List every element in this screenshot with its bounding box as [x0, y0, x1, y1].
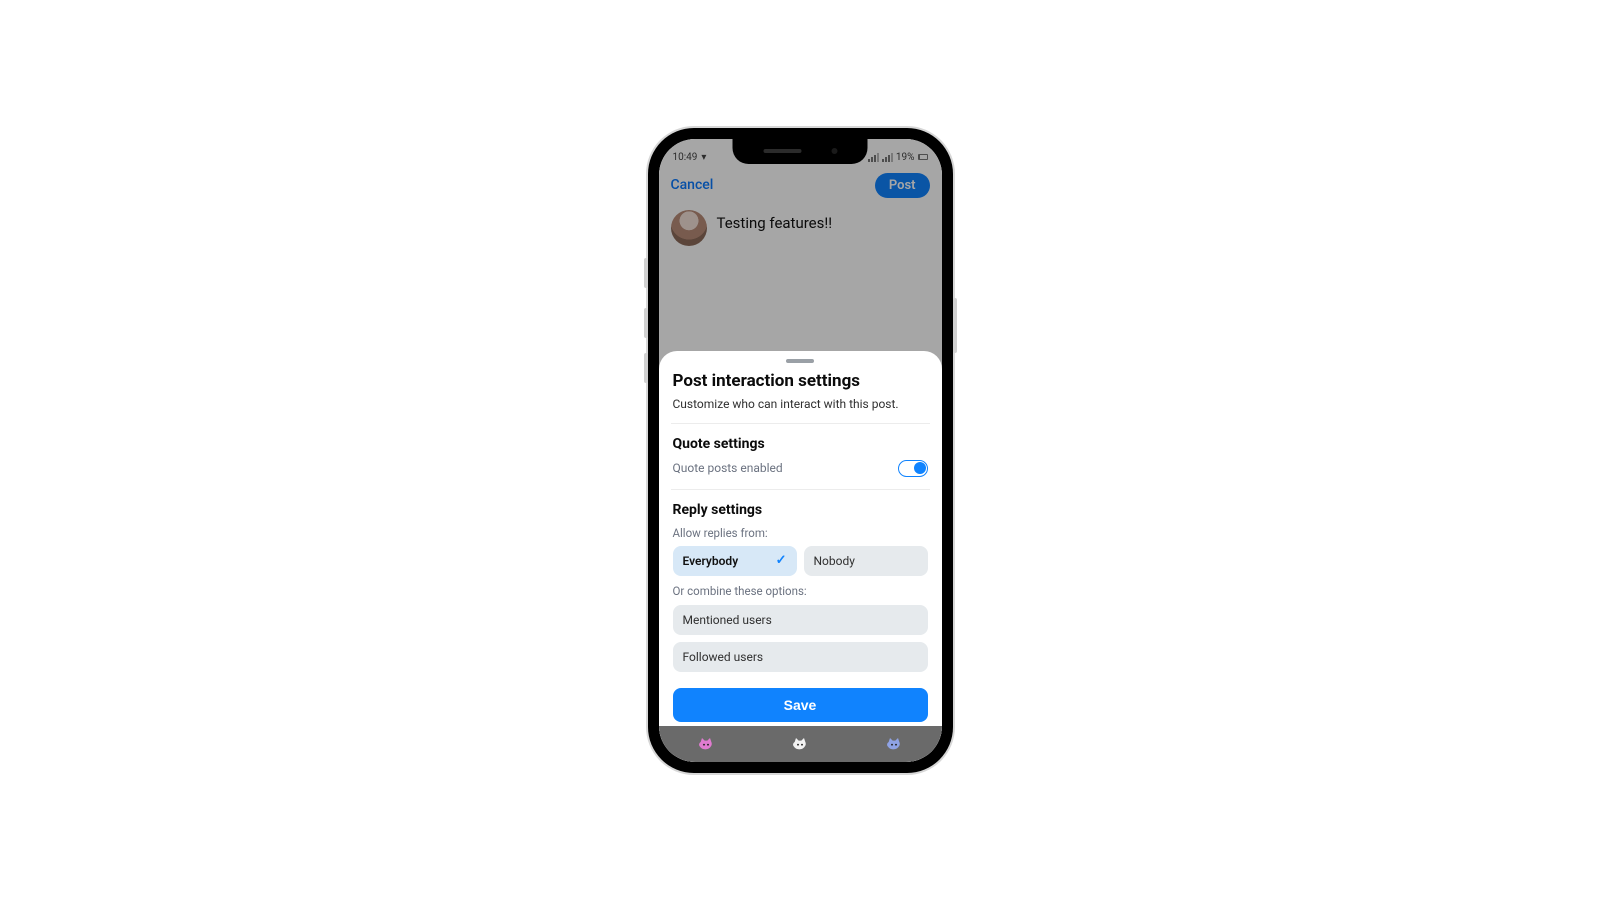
screen: 10:49 ▾ 19% Cancel Post Testing f — [659, 139, 942, 762]
reply-option-everybody[interactable]: Everybody ✓ — [673, 546, 797, 576]
reply-option-mentioned-users[interactable]: Mentioned users — [673, 605, 928, 635]
reply-section-title: Reply settings — [673, 502, 928, 518]
divider — [671, 489, 930, 490]
reply-option-label: Everybody — [683, 554, 739, 568]
nav-cat-blue-icon[interactable] — [886, 736, 902, 752]
reply-option-label: Followed users — [683, 650, 764, 664]
quote-toggle-label: Quote posts enabled — [673, 461, 783, 475]
reply-option-label: Mentioned users — [683, 613, 772, 627]
sheet-grabber[interactable] — [786, 359, 814, 363]
sheet-subtitle: Customize who can interact with this pos… — [673, 397, 928, 411]
nav-cat-white-icon[interactable] — [792, 736, 808, 752]
device-notch — [733, 139, 868, 164]
nav-cat-pink-icon[interactable] — [698, 736, 714, 752]
sheet-title: Post interaction settings — [673, 371, 928, 391]
allow-replies-label: Allow replies from: — [673, 526, 928, 540]
bottom-nav — [659, 726, 942, 762]
divider — [671, 423, 930, 424]
reply-option-label: Nobody — [814, 554, 855, 568]
check-icon: ✓ — [776, 553, 787, 568]
quote-toggle[interactable] — [898, 460, 928, 477]
reply-option-followed-users[interactable]: Followed users — [673, 642, 928, 672]
quote-section-title: Quote settings — [673, 436, 928, 452]
reply-option-nobody[interactable]: Nobody — [804, 546, 928, 576]
phone-frame: 10:49 ▾ 19% Cancel Post Testing f — [648, 128, 953, 773]
interaction-settings-sheet: Post interaction settings Customize who … — [659, 351, 942, 762]
save-button[interactable]: Save — [673, 688, 928, 722]
combine-label: Or combine these options: — [673, 584, 928, 598]
